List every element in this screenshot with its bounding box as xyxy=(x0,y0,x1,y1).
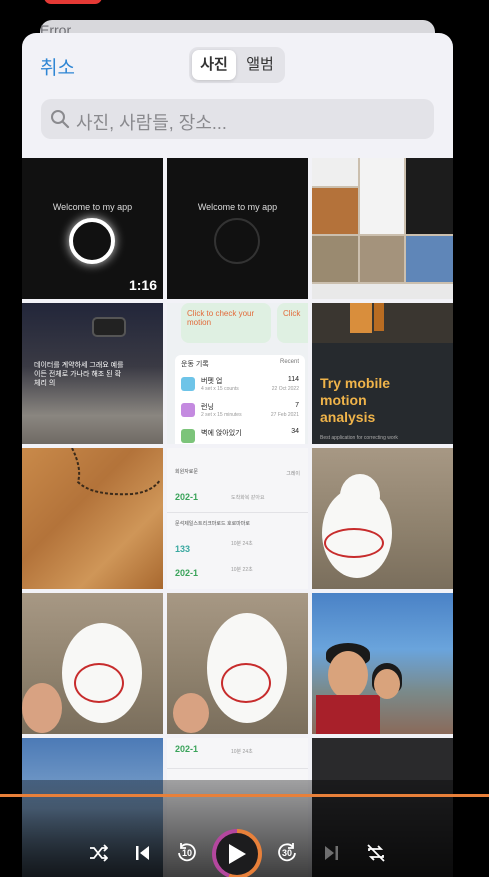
workout-panel: 운동 기록 Recent 버펫 업 4 set x 15 counts 114 … xyxy=(175,355,305,444)
search-icon xyxy=(51,110,70,129)
fast-forward-button[interactable]: 30 xyxy=(274,839,302,867)
rewind-button[interactable]: 10 xyxy=(172,839,200,867)
photo-thumbnail[interactable] xyxy=(312,158,453,299)
shuffle-icon xyxy=(90,844,108,862)
forward-seconds: 30 xyxy=(282,848,293,858)
promo-caption: Best application for correcting work xyxy=(320,435,398,441)
tab-albums[interactable]: 앨범 xyxy=(238,50,282,80)
play-button[interactable] xyxy=(212,829,262,877)
panel-filter: Recent xyxy=(279,359,299,365)
photo-thumbnail[interactable]: Welcome to my app xyxy=(167,158,308,299)
list-item: 버펫 업 4 set x 15 counts 114 22 Oct 2022 xyxy=(181,375,299,397)
wire-graphic xyxy=(71,448,161,496)
photo-thumbnail[interactable] xyxy=(167,593,308,734)
previous-button[interactable] xyxy=(128,839,156,867)
list-item: 런닝 2 set x 15 minutes 7 27 Feb 2021 xyxy=(181,401,299,423)
background-badge xyxy=(44,0,102,4)
photo-caption: 체리 의 xyxy=(34,380,56,387)
photo-thumbnail[interactable] xyxy=(22,593,163,734)
photo-thumbnail[interactable]: Click to check your motion Click 운동 기록 R… xyxy=(167,303,308,444)
photo-picker-sheet: 취소 사진 앨범 사진, 사람들, 장소... Welcome to my ap… xyxy=(22,33,453,877)
skip-next-icon xyxy=(325,846,338,860)
banner-text: Click xyxy=(283,309,301,318)
photo-thumbnail-video[interactable]: Welcome to my app 1:16 xyxy=(22,158,163,299)
photo-thumbnail[interactable]: 데이터를 계약하세 그래요 예를 이든 전체로 가나라 해조 된 확 체리 의 xyxy=(22,303,163,444)
screen: Error 취소 사진 앨범 사진, 사람들, 장소... Welcome to… xyxy=(0,0,489,877)
skip-previous-icon xyxy=(136,846,149,860)
video-duration: 1:16 xyxy=(128,277,157,293)
photo-caption: Welcome to my app xyxy=(52,202,133,212)
photo-caption: 이든 전체로 가나라 해조 된 확 xyxy=(34,371,122,378)
next-button[interactable] xyxy=(318,839,346,867)
cancel-button[interactable]: 취소 xyxy=(40,53,75,80)
search-placeholder: 사진, 사람들, 장소... xyxy=(76,113,227,133)
ring-graphic xyxy=(214,218,260,264)
photo-caption: 데이터를 계약하세 그래요 예를 xyxy=(34,362,124,369)
ring-graphic xyxy=(69,218,115,264)
watch-graphic xyxy=(92,317,126,337)
photo-thumbnail[interactable]: 회원자료문 그레이 202-1 도착화복 같아요 문석제일스트리크마로드 호로마… xyxy=(167,448,308,589)
segmented-control: 사진 앨범 xyxy=(189,47,285,83)
repeat-off-button[interactable] xyxy=(362,839,390,867)
rewind-seconds: 10 xyxy=(182,848,193,858)
photo-thumbnail[interactable] xyxy=(312,448,453,589)
photo-caption: Welcome to my app xyxy=(197,202,278,212)
shuffle-button[interactable] xyxy=(84,839,112,867)
repeat-off-icon xyxy=(367,844,385,862)
photo-thumbnail[interactable] xyxy=(22,448,163,589)
progress-bar[interactable] xyxy=(0,794,489,797)
play-icon xyxy=(229,844,246,864)
banner-text: Click to check your motion xyxy=(187,309,255,327)
search-input[interactable]: 사진, 사람들, 장소... xyxy=(41,99,434,139)
promo-headline: Try mobile motion analysis xyxy=(320,375,391,425)
panel-title: 운동 기록 xyxy=(181,361,209,368)
photo-thumbnail[interactable]: Try mobile motion analysis Best applicat… xyxy=(312,303,453,444)
tab-photos[interactable]: 사진 xyxy=(192,50,236,80)
list-item: 벽에 앉아있기 34 xyxy=(181,427,299,444)
photo-thumbnail[interactable] xyxy=(312,593,453,734)
